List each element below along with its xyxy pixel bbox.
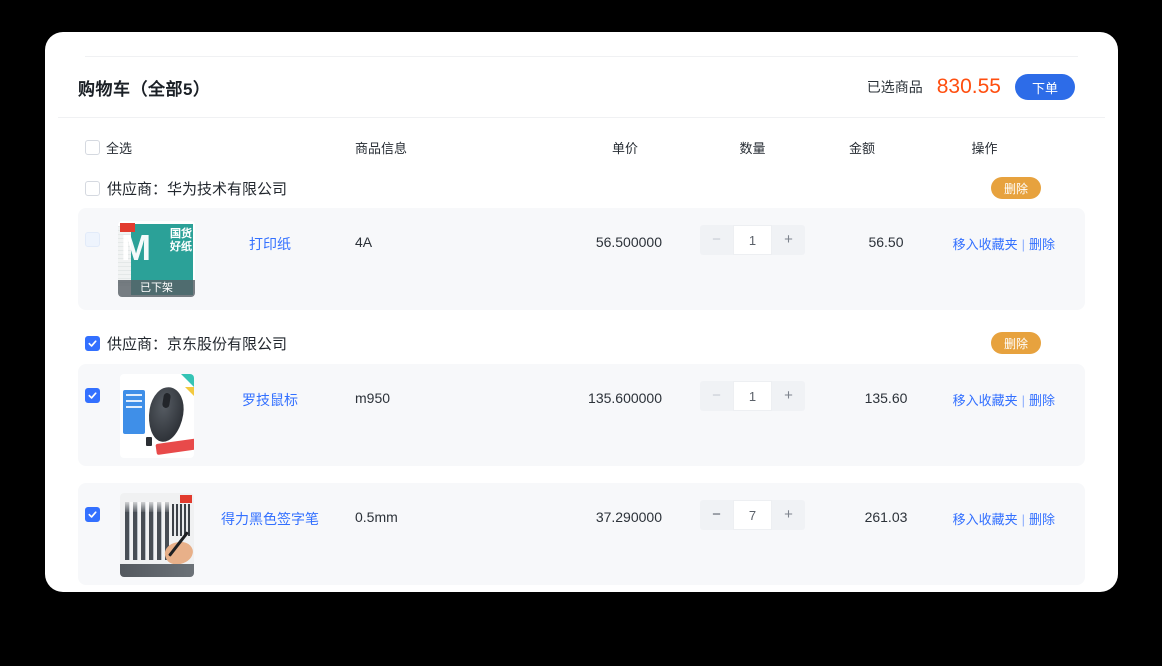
delete-item-link[interactable]: 删除 [1029,512,1055,527]
amount-value: 261.03 [843,483,929,525]
product-row-paper: M 国货好纸 已下架 打印纸 4A 56.500000 − + 56.50 移入… [78,208,1085,310]
check-icon [87,338,98,349]
corner-ribbon-teal [181,374,194,387]
selected-items-label: 已选商品 [867,77,923,97]
product-image-pens[interactable] [120,493,194,577]
quantity-stepper[interactable]: − + [700,225,805,255]
amount-value: 135.60 [843,364,929,406]
actions-separator: | [1022,393,1025,408]
supplier-section-huawei: 供应商：华为技术有限公司 删除 M 国货好纸 已下架 打印纸 4A 56.500… [45,171,1118,310]
unit-price-value: 56.500000 [522,208,662,250]
supplier-checkbox[interactable] [85,181,100,196]
usb-receiver-graphic [146,437,152,446]
column-header-quantity: 数量 [662,138,843,157]
move-to-favorites-link[interactable]: 移入收藏夹 [953,512,1018,527]
column-header-actions: 操作 [929,138,1085,157]
item-checkbox[interactable] [85,232,100,247]
off-shelf-badge: 已下架 [118,280,195,297]
increase-quantity-button[interactable]: + [772,381,805,411]
supplier-row: 供应商：京东股份有限公司 删除 [78,326,1085,360]
decrease-quantity-button[interactable]: − [700,500,733,530]
cart-table-header: 全选 商品信息 单价 数量 金额 操作 [78,118,1085,169]
promo-banner-blue [123,390,145,434]
product-row-pens: 得力黑色签字笔 0.5mm 37.290000 − + 261.03 移入收藏夹… [78,483,1085,585]
pens-caps-highlight [125,502,169,512]
unit-price-value: 37.290000 [522,483,662,525]
supplier-delete-button[interactable]: 删除 [991,332,1041,354]
amount-value: 56.50 [843,208,929,250]
supplier-section-jd: 供应商：京东股份有限公司 删除 罗技鼠标 [45,326,1118,585]
increase-quantity-button[interactable]: + [772,225,805,255]
column-header-unit-price: 单价 [522,138,662,157]
paper-m-letter: M [121,230,151,266]
actions-separator: | [1022,512,1025,527]
decrease-quantity-button[interactable]: − [700,225,733,255]
actions-separator: | [1022,237,1025,252]
quantity-input[interactable] [733,500,772,530]
shopping-cart-panel: 购物车（全部5） 已选商品 830.55 下单 全选 商品信息 单价 数量 金额… [45,32,1118,592]
delete-item-link[interactable]: 删除 [1029,393,1055,408]
product-name-link[interactable]: 打印纸 [249,236,291,252]
supplier-name: 供应商：京东股份有限公司 [107,333,287,354]
quantity-stepper[interactable]: − + [700,381,805,411]
image-caption-band [120,564,194,577]
select-all-label: 全选 [106,138,132,157]
product-image-mouse[interactable] [120,374,194,458]
quantity-input[interactable] [733,381,772,411]
product-spec: 0.5mm [345,483,522,525]
decrease-quantity-button[interactable]: − [700,381,733,411]
quantity-input[interactable] [733,225,772,255]
unit-price-value: 135.600000 [522,364,662,406]
product-name-link[interactable]: 得力黑色签字笔 [221,511,319,527]
quantity-stepper[interactable]: − + [700,500,805,530]
cart-summary: 已选商品 830.55 下单 [867,74,1075,100]
column-header-amount: 金额 [843,138,929,157]
page-title: 购物车（全部5） [78,75,210,100]
increase-quantity-button[interactable]: + [772,500,805,530]
product-spec: 4A [345,208,522,250]
paper-slogan-text: 国货好纸 [168,228,194,254]
product-row-mouse: 罗技鼠标 m950 135.600000 − + 135.60 移入收藏夹 | 删除 [78,364,1085,466]
product-image-paper[interactable]: M 国货好纸 已下架 [118,221,195,297]
supplier-row: 供应商：华为技术有限公司 删除 [78,171,1085,205]
column-header-product-info: 商品信息 [345,138,522,157]
product-spec: m950 [345,364,522,406]
delete-item-link[interactable]: 删除 [1029,237,1055,252]
product-name-link[interactable]: 罗技鼠标 [242,392,298,408]
corner-ribbon-yellow [185,387,194,396]
check-icon [87,509,98,520]
place-order-button[interactable]: 下单 [1015,74,1075,100]
check-icon [87,390,98,401]
item-checkbox[interactable] [85,507,100,522]
supplier-delete-button[interactable]: 删除 [991,177,1041,199]
selected-total-amount: 830.55 [937,75,1001,99]
brand-logo-red [180,495,192,503]
cart-title-bar: 购物车（全部5） 已选商品 830.55 下单 [45,57,1118,117]
move-to-favorites-link[interactable]: 移入收藏夹 [953,237,1018,252]
item-checkbox[interactable] [85,388,100,403]
select-all-checkbox[interactable] [85,140,100,155]
select-all-group: 全选 [78,138,345,157]
supplier-name: 供应商：华为技术有限公司 [107,178,287,199]
supplier-checkbox[interactable] [85,336,100,351]
move-to-favorites-link[interactable]: 移入收藏夹 [953,393,1018,408]
